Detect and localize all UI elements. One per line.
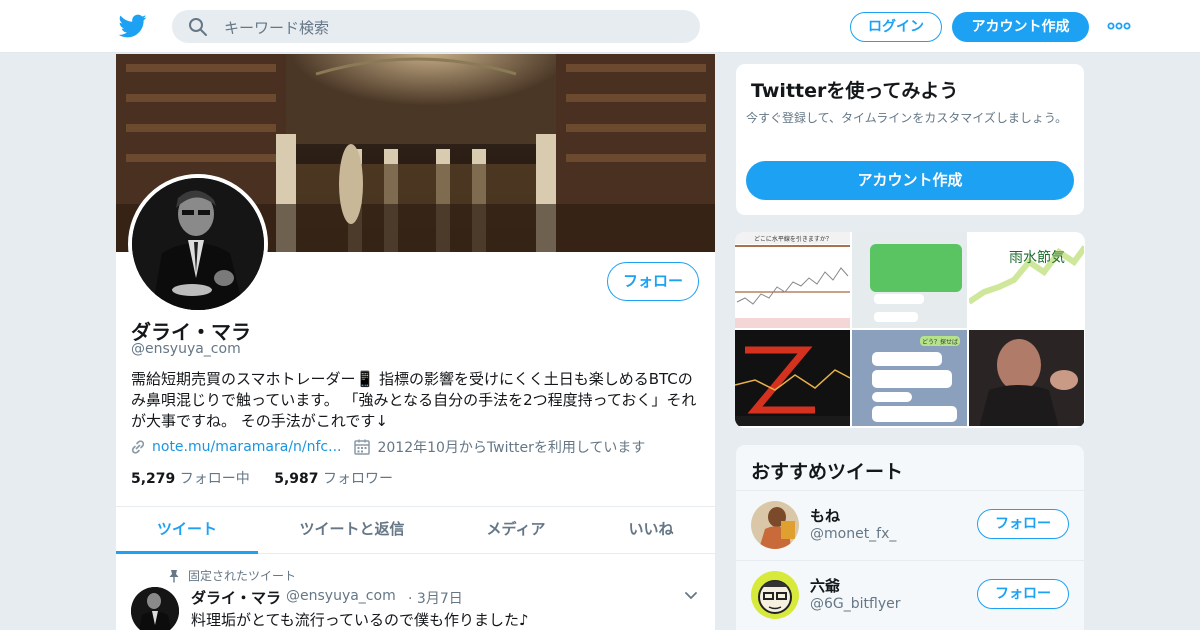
- recommended-name[interactable]: 六爺: [810, 575, 840, 596]
- pinned-label: 固定されたツイート: [188, 569, 297, 583]
- profile-avatar[interactable]: [128, 174, 268, 314]
- tab-tweets[interactable]: ツイート: [116, 507, 258, 554]
- followers-stat[interactable]: 5,987 フォロワー: [274, 471, 393, 487]
- promo-signup-button[interactable]: アカウント作成: [746, 161, 1074, 200]
- recommended-user[interactable]: 六爺 @6G_bitflyer フォロー: [736, 560, 1084, 630]
- thumb-chat-text: どう？探せば: [922, 338, 958, 346]
- tweet-text: 料理垢がとても流行っているので僕も作りました♪: [191, 611, 529, 629]
- profile-link[interactable]: note.mu/maramara/n/nfc...: [152, 439, 341, 455]
- profile-bio: 需給短期売買のスマホトレーダー📱 指標の影響を受けにくく土日も楽しめるBTCのみ…: [131, 370, 697, 430]
- follow-button[interactable]: フォロー: [607, 262, 699, 301]
- follow-counts: 5,279 フォロー中 5,987 フォロワー: [131, 468, 393, 488]
- following-label[interactable]: フォロー中: [180, 471, 250, 487]
- search-box[interactable]: キーワード検索: [172, 10, 700, 43]
- tab-media[interactable]: メディア: [466, 507, 566, 554]
- search-icon: [189, 18, 207, 36]
- avatar-illustration: [751, 501, 799, 549]
- tab-likes[interactable]: いいね: [606, 507, 696, 554]
- more-options-icon[interactable]: [1107, 20, 1131, 32]
- calligraphy-thumbnail: 雨水節気: [969, 232, 1084, 328]
- twitter-bird-icon[interactable]: [118, 12, 148, 40]
- line-thumbnail: [735, 330, 850, 426]
- avatar-illustration: [751, 571, 799, 619]
- thumb-caption: どこに水平線を引きますか？: [754, 235, 832, 243]
- recommended-handle[interactable]: @monet_fx_: [810, 526, 896, 542]
- recommended-follow-button[interactable]: フォロー: [977, 579, 1069, 609]
- recommended-avatar[interactable]: [751, 571, 799, 619]
- chat-thumbnail: [852, 232, 967, 328]
- pinned-indicator: 固定されたツイート: [168, 567, 296, 584]
- recommended-avatar[interactable]: [751, 501, 799, 549]
- media-thumb-photo[interactable]: [969, 330, 1084, 426]
- recommended-tweets-card: おすすめツイート もね @monet_fx_ フォロー 六爺 @6G_bitfl…: [735, 444, 1085, 630]
- calendar-icon: [354, 439, 371, 455]
- tab-tweets-and-replies[interactable]: ツイートと返信: [282, 507, 422, 554]
- profile-tabs: ツイート ツイートと返信 メディア いいね: [116, 506, 715, 554]
- followers-label[interactable]: フォロワー: [323, 471, 393, 487]
- media-thumb-chat-2[interactable]: どう？探せば: [852, 330, 967, 426]
- thumb-calligraphy-text: 雨水節気: [1009, 249, 1065, 266]
- media-thumbnail-grid: どこに水平線を引きますか？ 雨水節気 どう？探せば: [735, 232, 1085, 428]
- pin-icon: [169, 569, 179, 582]
- media-thumb-chart-1[interactable]: どこに水平線を引きますか？: [735, 232, 850, 328]
- following-stat[interactable]: 5,279 フォロー中: [131, 471, 250, 487]
- signup-button[interactable]: アカウント作成: [952, 12, 1089, 42]
- followers-count[interactable]: 5,987: [274, 471, 318, 487]
- recommended-handle[interactable]: @6G_bitflyer: [810, 596, 901, 612]
- following-count[interactable]: 5,279: [131, 471, 175, 487]
- profile-meta: note.mu/maramara/n/nfc... 2012年10月からTwit…: [129, 436, 645, 458]
- recommended-name[interactable]: もね: [810, 505, 840, 526]
- tweet-date[interactable]: · 3月7日: [408, 588, 463, 608]
- chat-thumbnail-2: どう？探せば: [852, 330, 967, 426]
- recommended-user[interactable]: もね @monet_fx_ フォロー: [736, 490, 1084, 560]
- pinned-tweet[interactable]: 固定されたツイート ダライ・マラ @ensyuya_com · 3月7日 料理垢…: [116, 555, 715, 630]
- promo-title: Twitterを使ってみよう: [751, 80, 959, 102]
- tweet-author-handle[interactable]: @ensyuya_com: [286, 588, 396, 604]
- search-placeholder[interactable]: キーワード検索: [224, 17, 329, 38]
- signup-promo-card: Twitterを使ってみよう 今すぐ登録して、タイムラインをカスタマイズしましょ…: [735, 63, 1085, 216]
- top-navigation-bar: キーワード検索 ログイン アカウント作成: [0, 0, 1200, 53]
- tweet-avatar-illustration: [131, 587, 179, 630]
- login-button[interactable]: ログイン: [850, 12, 942, 42]
- recommended-title: おすすめツイート: [751, 461, 904, 483]
- promo-description: 今すぐ登録して、タイムラインをカスタマイズしましょう。: [746, 111, 1068, 125]
- tweet-avatar[interactable]: [131, 587, 179, 630]
- media-thumb-calligraphy[interactable]: 雨水節気: [969, 232, 1084, 328]
- tweet-author-name[interactable]: ダライ・マラ: [191, 587, 281, 608]
- photo-thumbnail: [969, 330, 1084, 426]
- chevron-down-icon[interactable]: [685, 591, 697, 601]
- avatar-portrait-illustration: [132, 178, 264, 310]
- joined-date: 2012年10月からTwitterを利用しています: [377, 440, 646, 456]
- recommended-follow-button[interactable]: フォロー: [977, 509, 1069, 539]
- link-icon: [131, 440, 145, 454]
- profile-column: フォロー ダライ・マラ @ensyuya_com 需給短期売買のスマホトレーダー…: [116, 54, 715, 630]
- profile-handle[interactable]: @ensyuya_com: [131, 341, 241, 357]
- media-thumb-chat-1[interactable]: [852, 232, 967, 328]
- chart-thumbnail: どこに水平線を引きますか？: [735, 232, 850, 328]
- media-thumb-chart-2[interactable]: [735, 330, 850, 426]
- tweet-date-text[interactable]: 3月7日: [417, 591, 463, 607]
